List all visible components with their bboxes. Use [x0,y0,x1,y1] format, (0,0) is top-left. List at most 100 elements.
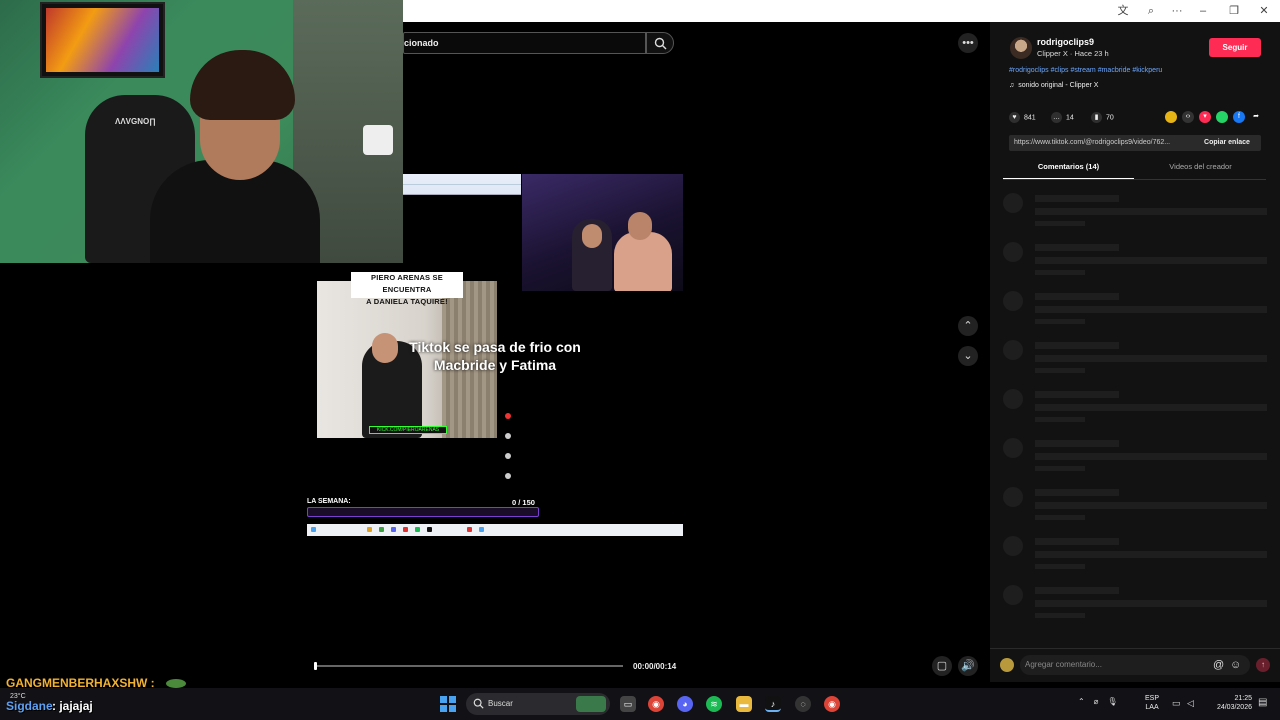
tray-chevron-icon[interactable]: ⌃ [1078,697,1085,706]
language-indicator[interactable]: ESP LAA [1145,694,1159,712]
creator-avatar[interactable] [1010,37,1032,59]
video-progress-knob[interactable] [314,662,317,670]
comment-skeleton [1003,487,1267,527]
chair-logo-text: ΛΛVGNO∏ [115,117,156,126]
caption-line2: Macbride y Fatima [433,357,557,373]
taskbar-search[interactable]: Buscar [466,693,610,715]
webcam-overlay: ΛΛVGNO∏ [0,0,403,263]
comment-skeleton [1003,242,1267,282]
mini-save-icon [505,473,511,479]
share-arrow-icon[interactable]: ➦ [1250,111,1262,123]
save-stat[interactable]: ▮ 70 [1091,112,1114,123]
mini-like-icon [505,433,511,439]
browser-titlebar: 文 ⌕ ··· – ❐ ✕ [403,0,1280,22]
chat-input-strip [307,507,539,517]
emoji-icon[interactable]: ☺ [1230,659,1241,671]
video-thumbnail-couple [522,174,683,291]
video-search-bar: cionado [403,32,646,54]
comment-stat[interactable]: … 14 [1051,112,1074,123]
sound-label: sonido original - Clipper X [1018,82,1099,89]
tv-image [40,2,165,78]
lang-line2: LAA [1145,704,1159,711]
previous-video-button[interactable]: ⌃ [958,316,978,336]
clock[interactable]: 21:25 24/03/2026 [1208,694,1252,712]
mic-icon[interactable]: 🎙 [1107,697,1117,706]
video-progress-track[interactable] [315,665,623,667]
bookmark-icon: ▮ [1091,112,1102,123]
mini-avatar-icon [505,413,511,419]
more-options-button[interactable]: ••• [958,33,978,53]
chat-message-text: jajajaj [59,699,93,713]
like-stat[interactable]: ♥ 841 [1009,112,1036,123]
save-count: 70 [1106,114,1114,122]
tab-comments[interactable]: Comentarios (14) [1003,162,1134,180]
comment-icon: … [1051,112,1062,123]
windows-start-icon[interactable] [440,696,456,712]
like-count: 841 [1024,114,1036,122]
volume-icon[interactable]: 🔊 [958,656,978,676]
close-button[interactable]: ✕ [1256,3,1272,19]
more-icon[interactable]: ··· [1169,3,1185,19]
turtle-emote-icon [166,679,186,688]
creator-username[interactable]: rodrigoclips9 [1037,37,1094,47]
user-avatar [1000,658,1014,672]
friends-share-icon[interactable] [1165,111,1177,123]
heart-icon: ♥ [1009,112,1020,123]
mention-icon[interactable]: @ [1213,659,1224,671]
restore-button[interactable]: ❐ [1226,3,1242,19]
hashtags[interactable]: #rodrigoclips #clips #stream #macbride #… [1009,67,1162,74]
task-view-icon[interactable]: ▭ [620,696,636,712]
chrome-icon[interactable]: ◉ [648,696,664,712]
send-comment-button[interactable]: ↑ [1256,658,1270,672]
translate-icon[interactable]: 文 [1115,3,1131,19]
whatsapp-icon[interactable] [1216,111,1228,123]
comment-skeleton [1003,389,1267,429]
clip-title-line1: PIERO ARENAS SE ENCUENTRA [371,273,443,294]
search-highlight-icon [576,696,606,712]
chat-message: : jajajaj [52,699,93,713]
comment-count: 14 [1066,114,1074,122]
embed-icon[interactable]: ‹› [1182,111,1194,123]
minimize-button[interactable]: – [1195,3,1211,19]
caption-line1: Tiktok se pasa de frio con [409,339,581,355]
pip-icon[interactable]: ▢ [932,656,952,676]
tab-creator-videos[interactable]: Videos del creador [1135,162,1266,180]
screen: 文 ⌕ ··· – ❐ ✕ ΛΛVGNO∏ cionado KICK.COM/P… [0,0,1280,720]
network-off-icon[interactable]: ⌀ [1094,697,1099,706]
video-caption: Tiktok se pasa de frio con Macbride y Fa… [395,338,595,374]
search-icon [473,698,484,709]
chrome-2-icon[interactable]: ◉ [824,696,840,712]
discord-icon[interactable]: ◕ [677,696,693,712]
taskbar-search-label: Buscar [488,699,513,708]
notification-icon[interactable]: ▤ [1258,697,1267,708]
facebook-icon[interactable]: f [1233,111,1245,123]
tiktok-icon[interactable]: ♪ [765,696,781,712]
comment-skeleton [1003,291,1267,331]
search-icon [654,37,667,50]
mini-comment-icon [505,453,511,459]
send-share-icon[interactable]: ▾ [1199,111,1211,123]
lang-line1: ESP [1145,695,1160,702]
display-icon[interactable]: ▭ [1172,698,1181,709]
obs-icon[interactable]: ◌ [795,696,811,712]
zoom-icon[interactable]: ⌕ [1143,3,1159,19]
next-video-button[interactable]: ⌄ [958,346,978,366]
video-window-strip [403,174,521,195]
comment-skeleton [1003,438,1267,478]
spotify-icon[interactable]: ≋ [706,696,722,712]
weather-label[interactable]: Sigdane [6,699,53,713]
follow-button[interactable]: Seguir [1209,38,1261,57]
video-search-button [646,32,674,54]
file-explorer-icon[interactable]: ▬ [736,696,752,712]
video-search-text: cionado [404,38,439,48]
creator-subline: Clipper X · Hace 23 h [1037,49,1109,58]
sound-row[interactable]: ♫ sonido original - Clipper X [1009,82,1098,89]
kick-label: KICK.COM/PIEROARENAS [369,426,447,434]
tab-divider [1003,179,1266,180]
copy-link-button[interactable]: Copiar enlace [1193,135,1261,151]
clock-date: 24/03/2026 [1216,704,1252,711]
speaker-icon[interactable]: ◁ [1187,698,1194,709]
clip-title-line2: A DANIELA TAQUIRE! [366,297,448,306]
video-url-field[interactable]: https://www.tiktok.com/@rodrigoclips9/vi… [1009,135,1193,151]
system-tray[interactable]: ⌃ ⌀ 🎙 [1078,697,1117,706]
